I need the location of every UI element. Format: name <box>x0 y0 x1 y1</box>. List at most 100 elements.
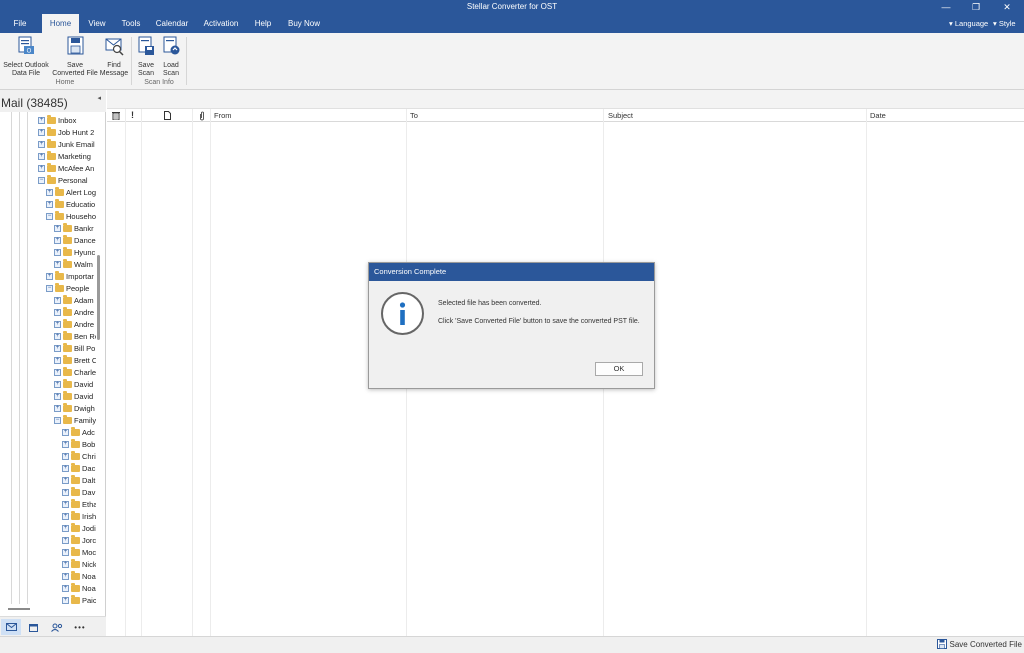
collapse-icon[interactable]: − <box>46 212 53 220</box>
expand-icon[interactable]: + <box>54 224 61 232</box>
folder-item[interactable]: + Brett C <box>54 354 96 366</box>
expand-icon[interactable]: + <box>62 512 69 520</box>
menu-buy-now[interactable]: Buy Now <box>282 14 326 33</box>
folder-item[interactable]: + Adam <box>54 294 94 306</box>
menu-home[interactable]: Home <box>42 14 79 33</box>
folder-item[interactable]: + Noa <box>62 570 96 582</box>
expand-icon[interactable]: + <box>38 152 45 160</box>
load-scan-button[interactable]: Load Scan <box>159 35 183 78</box>
collapse-icon[interactable]: − <box>46 284 53 292</box>
folder-item[interactable]: − Family <box>54 414 96 426</box>
find-message-button[interactable]: Find Message <box>99 35 129 78</box>
expand-icon[interactable]: + <box>38 128 45 136</box>
attachment-icon[interactable] <box>199 109 205 122</box>
from-column[interactable]: From <box>214 109 232 122</box>
expand-icon[interactable]: + <box>54 236 61 244</box>
folder-item[interactable]: + Irish <box>62 510 96 522</box>
folder-item[interactable]: + Dav <box>62 486 95 498</box>
expand-icon[interactable]: + <box>62 488 69 496</box>
importance-column[interactable]: ! <box>131 109 134 122</box>
save-scan-button[interactable]: Save Scan <box>134 35 158 78</box>
folder-item[interactable]: + Jodi <box>62 522 96 534</box>
expand-icon[interactable]: + <box>38 164 45 172</box>
expand-icon[interactable]: + <box>54 404 61 412</box>
folder-item[interactable]: + Walm <box>54 258 93 270</box>
expand-icon[interactable]: + <box>54 344 61 352</box>
ok-button[interactable]: OK <box>595 362 643 376</box>
style-menu[interactable]: ▾ Style <box>993 14 1016 33</box>
close-button[interactable]: ✕ <box>992 0 1022 14</box>
menu-file[interactable]: File <box>3 14 37 33</box>
expand-icon[interactable]: + <box>62 428 69 436</box>
folder-item[interactable]: + Educatio <box>46 198 95 210</box>
folder-item[interactable]: − Househo <box>46 210 96 222</box>
trash-icon[interactable] <box>112 109 120 122</box>
folder-item[interactable]: + Inbox <box>38 114 76 126</box>
subject-column[interactable]: Subject <box>608 109 633 122</box>
menu-activation[interactable]: Activation <box>198 14 244 33</box>
folder-item[interactable]: + Dance <box>54 234 96 246</box>
folder-item[interactable]: + Bill Po <box>54 342 95 354</box>
folder-item[interactable]: + David <box>54 390 93 402</box>
folder-item[interactable]: + Moc <box>62 546 96 558</box>
expand-icon[interactable]: + <box>54 368 61 376</box>
folder-item[interactable]: + Chri <box>62 450 96 462</box>
folder-item[interactable]: + Bankr <box>54 222 94 234</box>
expand-icon[interactable]: + <box>62 500 69 508</box>
folder-item[interactable]: + David <box>54 378 93 390</box>
folder-item[interactable]: + Jorc <box>62 534 96 546</box>
expand-icon[interactable]: + <box>62 560 69 568</box>
expand-icon[interactable]: + <box>46 188 53 196</box>
folder-item[interactable]: + Etha <box>62 498 96 510</box>
expand-icon[interactable]: + <box>62 440 69 448</box>
expand-icon[interactable]: + <box>46 272 53 280</box>
select-outlook-data-file-button[interactable]: O Select Outlook Data File <box>1 35 51 78</box>
folder-item[interactable]: + Ben Re <box>54 330 96 342</box>
expand-icon[interactable]: + <box>54 380 61 388</box>
expand-icon[interactable]: + <box>54 332 61 340</box>
menu-calendar[interactable]: Calendar <box>152 14 192 33</box>
folder-item[interactable]: + McAfee An <box>38 162 94 174</box>
to-column[interactable]: To <box>410 109 418 122</box>
contacts-icon[interactable] <box>47 619 67 635</box>
folder-item[interactable]: + Andre <box>54 306 94 318</box>
date-column[interactable]: Date <box>870 109 886 122</box>
folder-item[interactable]: + Dalt <box>62 474 95 486</box>
expand-icon[interactable]: + <box>62 464 69 472</box>
expand-icon[interactable]: + <box>54 320 61 328</box>
collapse-pane-icon[interactable]: ◂ <box>97 94 101 102</box>
expand-icon[interactable]: + <box>62 584 69 592</box>
folder-item[interactable]: + Job Hunt 2 <box>38 126 94 138</box>
status-save-converted-file-button[interactable]: Save Converted File <box>936 639 1022 649</box>
expand-icon[interactable]: + <box>62 536 69 544</box>
expand-icon[interactable]: + <box>54 248 61 256</box>
expand-icon[interactable]: + <box>38 140 45 148</box>
expand-icon[interactable]: + <box>62 524 69 532</box>
folder-item[interactable]: + Bob <box>62 438 95 450</box>
more-icon[interactable]: ••• <box>70 619 90 635</box>
expand-icon[interactable]: + <box>62 476 69 484</box>
folder-item[interactable]: + Alert Log <box>46 186 96 198</box>
expand-icon[interactable]: + <box>46 200 53 208</box>
menu-help[interactable]: Help <box>250 14 276 33</box>
save-converted-file-button[interactable]: Save Converted File <box>51 35 99 78</box>
folder-item[interactable]: + Dwigh <box>54 402 95 414</box>
collapse-icon[interactable]: − <box>38 176 45 184</box>
folder-item[interactable]: + Dac <box>62 462 95 474</box>
mail-icon[interactable] <box>1 619 21 635</box>
calendar-icon[interactable] <box>23 619 43 635</box>
expand-icon[interactable]: + <box>62 596 69 604</box>
menu-tools[interactable]: Tools <box>116 14 146 33</box>
restore-button[interactable]: ❐ <box>961 0 991 14</box>
folder-item[interactable]: − Personal <box>38 174 88 186</box>
expand-icon[interactable]: + <box>54 260 61 268</box>
folder-item[interactable]: + Marketing <box>38 150 91 162</box>
collapse-icon[interactable]: − <box>54 416 61 424</box>
tree-scrollbar[interactable] <box>97 255 100 340</box>
folder-item[interactable]: + Nick <box>62 558 96 570</box>
expand-icon[interactable]: + <box>54 296 61 304</box>
folder-item[interactable]: + Paic <box>62 594 96 606</box>
folder-item[interactable]: + Noa <box>62 582 96 594</box>
expand-icon[interactable]: + <box>62 452 69 460</box>
menu-view[interactable]: View <box>83 14 111 33</box>
